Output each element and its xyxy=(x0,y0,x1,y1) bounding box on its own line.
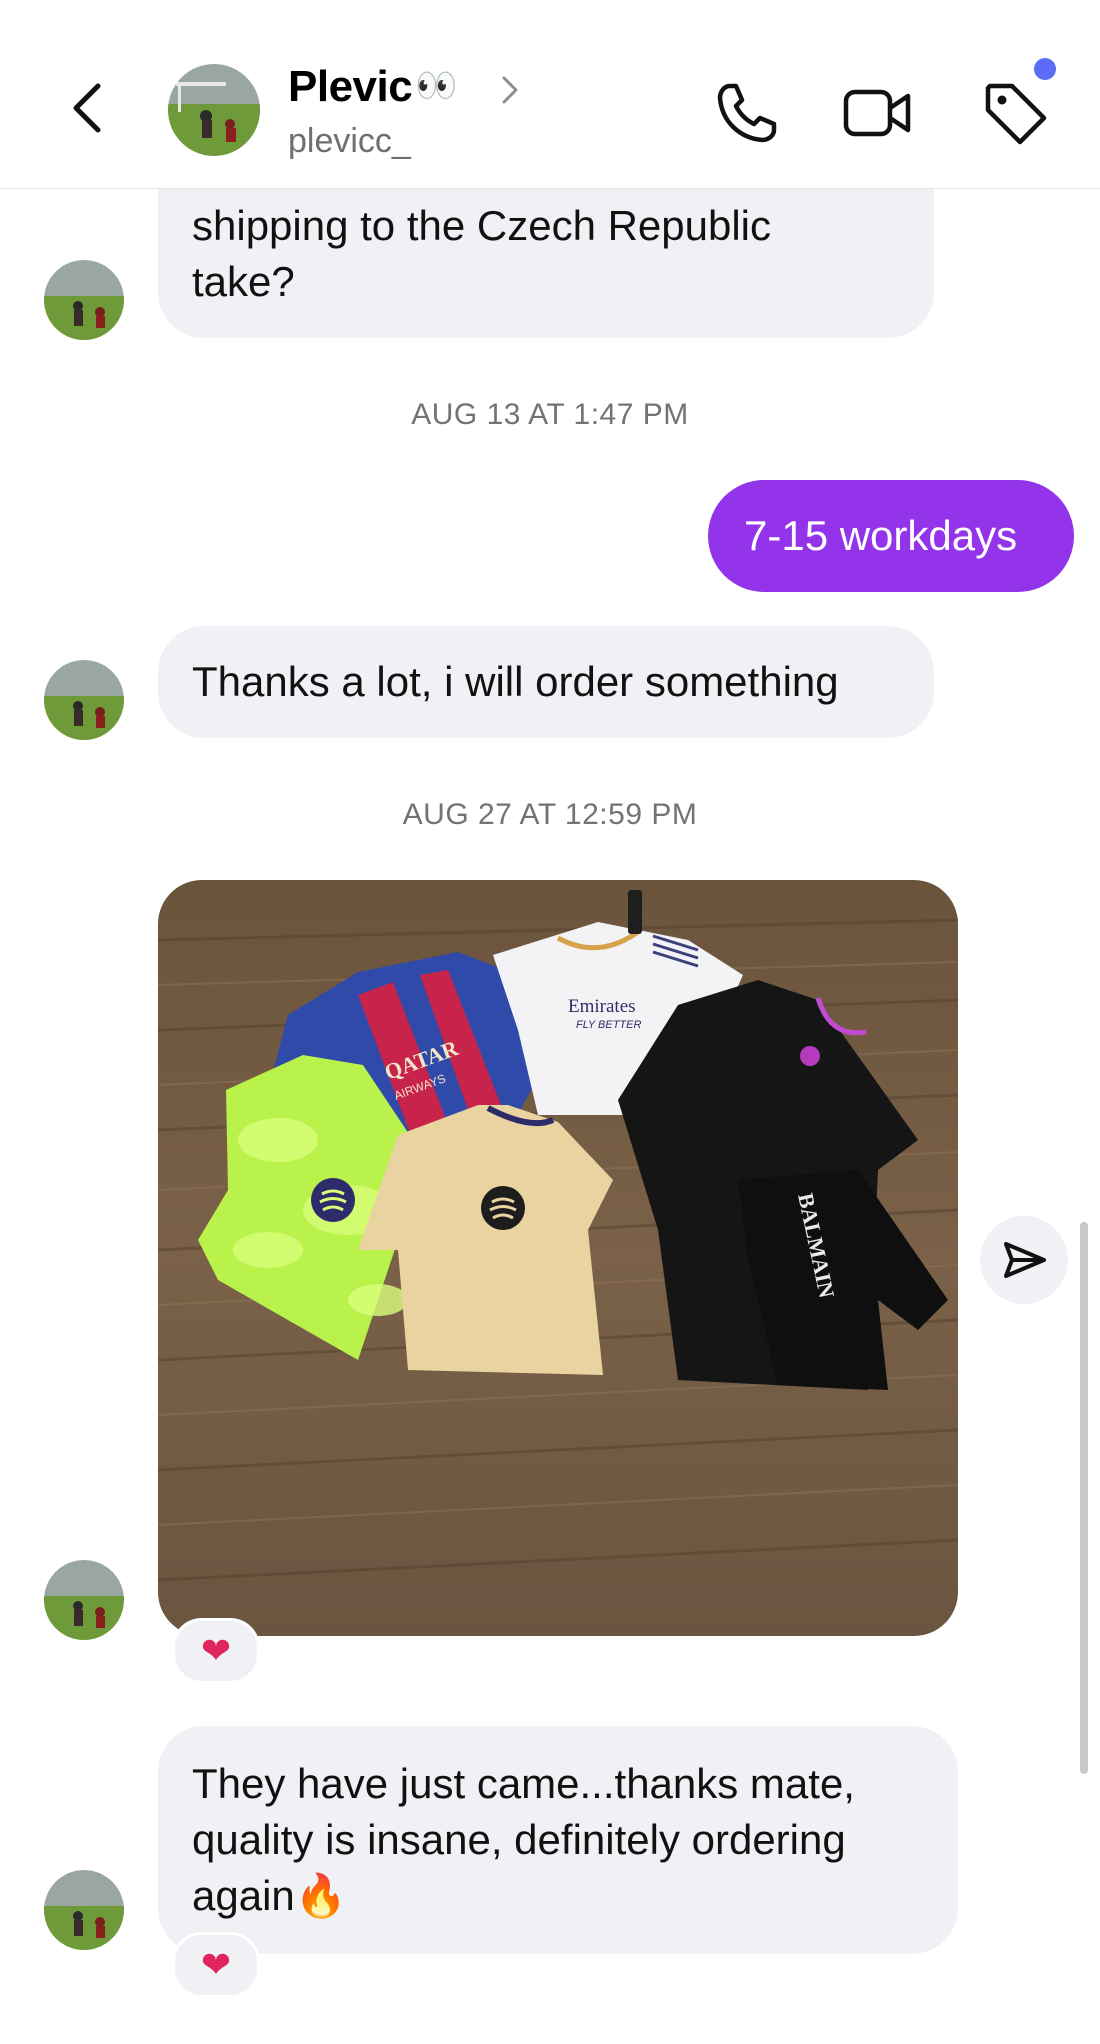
contact-name-emoji: 👀 xyxy=(415,67,458,105)
message-text: shipping to the Czech Republic xyxy=(192,202,772,249)
notification-dot xyxy=(1034,58,1056,80)
fire-emoji: 🔥 xyxy=(294,1872,348,1919)
incoming-message[interactable]: Thanks a lot, i will order something xyxy=(158,626,934,738)
timestamp: AUG 13 AT 1:47 PM xyxy=(411,398,689,431)
heart-reaction[interactable]: ❤ xyxy=(172,1932,260,1998)
contact-name[interactable]: Plevic xyxy=(288,62,413,112)
video-camera-icon[interactable] xyxy=(842,78,912,148)
outgoing-message[interactable]: 7-15 workdays xyxy=(708,480,1074,592)
message-text: take? xyxy=(192,258,295,305)
contact-username[interactable]: plevicc_ xyxy=(288,122,411,161)
phone-icon[interactable] xyxy=(712,78,782,148)
sender-avatar[interactable] xyxy=(44,1870,124,1950)
message-text: quality is insane, definitely ordering xyxy=(192,1816,846,1863)
photo-message[interactable]: QATAR AIRWAYS Emirates FLY BETTER BALMAI… xyxy=(158,880,958,1636)
message-text: They have just came...thanks mate, xyxy=(192,1760,855,1807)
scrollbar[interactable] xyxy=(1080,1222,1088,1774)
svg-text:Emirates: Emirates xyxy=(568,996,636,1017)
message-text-line: again🔥 xyxy=(192,1868,924,1924)
sender-avatar[interactable] xyxy=(44,660,124,740)
chat-header: Plevic 👀 plevicc_ xyxy=(0,0,1100,189)
message-text: again xyxy=(192,1872,295,1919)
incoming-message[interactable]: They have just came...thanks mate, quali… xyxy=(158,1726,958,1954)
back-chevron-icon[interactable] xyxy=(62,80,118,136)
share-button[interactable] xyxy=(980,1216,1068,1304)
heart-reaction[interactable]: ❤ xyxy=(172,1618,260,1684)
chevron-right-icon[interactable] xyxy=(496,70,526,110)
sender-avatar[interactable] xyxy=(44,260,124,340)
timestamp: AUG 27 AT 12:59 PM xyxy=(402,798,698,831)
paper-plane-icon xyxy=(1004,1242,1046,1278)
contact-avatar[interactable] xyxy=(168,64,260,156)
svg-text:FLY BETTER: FLY BETTER xyxy=(576,1019,641,1031)
sender-avatar[interactable] xyxy=(44,1560,124,1640)
tag-icon[interactable] xyxy=(980,78,1050,148)
jerseys-photo: QATAR AIRWAYS Emirates FLY BETTER BALMAI… xyxy=(158,880,958,1636)
